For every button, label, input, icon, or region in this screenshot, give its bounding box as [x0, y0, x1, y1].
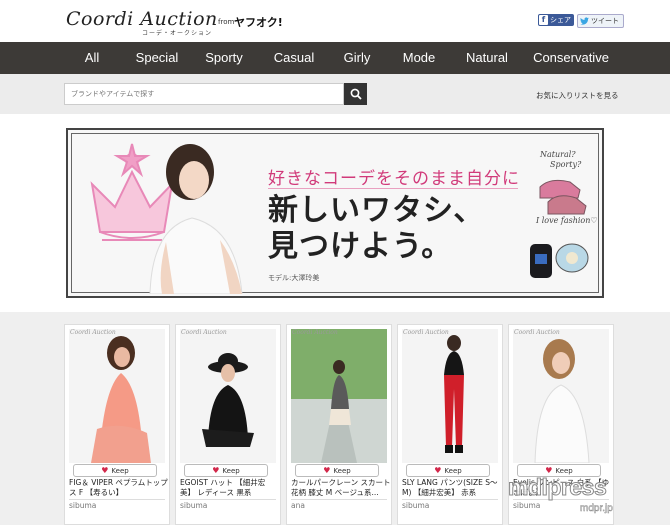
item-card[interactable]: Coordi Auction ♥ Keep カールパークレーン スカート 花柄 膝… — [286, 324, 392, 525]
item-photo[interactable] — [513, 329, 609, 463]
facebook-share-button[interactable]: f シェア — [538, 14, 574, 26]
site-logo[interactable]: Coordi Auction — [66, 8, 218, 30]
keep-label: Keep — [222, 467, 240, 475]
item-seller[interactable]: sibuma — [69, 501, 96, 510]
keep-button[interactable]: ♥ Keep — [295, 464, 379, 477]
item-brand-mark: Coordi Auction — [70, 329, 116, 336]
twitter-icon — [580, 17, 589, 25]
banner-side-text-sporty: Sporty? — [550, 160, 582, 169]
item-seller[interactable]: sibuma — [180, 501, 207, 510]
twitter-share-label: ツイート — [591, 16, 619, 25]
nav-item-conservative[interactable]: Conservative — [533, 42, 609, 74]
facebook-share-label: シェア — [550, 16, 571, 24]
banner-headline-line-1: 新しいワタシ、 — [268, 193, 485, 228]
item-photo[interactable] — [291, 329, 387, 463]
item-title[interactable]: EGOIST ハット 【細井宏美】 レディース 黒系 — [180, 478, 280, 498]
heart-icon: ♥ — [434, 466, 442, 475]
card-divider — [402, 499, 498, 500]
item-brand-mark: Coordi Auction — [403, 329, 449, 336]
favorites-list-link[interactable]: お気に入りリストを見る — [536, 90, 619, 101]
item-seller[interactable]: ana — [291, 501, 305, 510]
keep-label: Keep — [111, 467, 129, 475]
search-button[interactable] — [344, 83, 367, 105]
item-title[interactable]: SLY LANG パンツ(SIZE S〜M) 【細井宏美】 赤系 — [402, 478, 502, 498]
watermark-url: mdpr.jp — [580, 503, 613, 515]
keep-label: Keep — [444, 467, 462, 475]
nav-item-all[interactable]: All — [85, 42, 99, 74]
site-header: Coordi Auction コーデ・オークション from ヤフオク! f シ… — [0, 0, 670, 42]
banner-tagline: 好きなコーデをそのまま自分に — [268, 169, 520, 189]
item-card[interactable]: Coordi Auction ♥ Keep EGOIST ハット 【細井宏美】 レ… — [175, 324, 281, 525]
search-icon — [350, 88, 362, 100]
item-photo[interactable] — [180, 329, 276, 463]
keep-button[interactable]: ♥ Keep — [406, 464, 490, 477]
fashion-items-illustration — [530, 179, 589, 278]
twitter-share-button[interactable]: ツイート — [577, 14, 624, 28]
nav-item-sporty[interactable]: Sporty — [205, 42, 243, 74]
heart-icon: ♥ — [323, 466, 331, 475]
watermark-logo: mdlpress — [507, 474, 607, 501]
item-title[interactable]: カールパークレーン スカート 花柄 膝丈 M ベージュ系... — [291, 478, 391, 498]
item-brand-mark: Coordi Auction — [514, 329, 560, 336]
item-brand-mark: Coordi Auction — [292, 329, 338, 336]
banner-model-credit: モデル:大澤玲美 — [268, 274, 320, 282]
banner-side-text-love: I love fashion♡ — [536, 216, 598, 225]
category-nav: All Special Sporty Casual Girly Mode Nat… — [0, 42, 670, 74]
card-divider — [180, 499, 276, 500]
site-logo-subtitle: コーデ・オークション — [142, 30, 213, 37]
item-seller[interactable]: sibuma — [513, 501, 540, 510]
keep-button[interactable]: ♥ Keep — [184, 464, 268, 477]
nav-item-natural[interactable]: Natural — [466, 42, 508, 74]
item-seller[interactable]: sibuma — [402, 501, 429, 510]
card-divider — [291, 499, 387, 500]
item-photo[interactable] — [402, 329, 498, 463]
facebook-icon: f — [539, 15, 548, 25]
heart-icon: ♥ — [101, 466, 109, 475]
banner-headline-line-2: 見つけよう。 — [268, 229, 453, 264]
nav-item-special[interactable]: Special — [136, 42, 179, 74]
keep-button[interactable]: ♥ Keep — [73, 464, 157, 477]
heart-icon: ♥ — [212, 466, 220, 475]
banner-divider — [268, 188, 518, 189]
item-title[interactable]: FIG＆ VIPER ペプラムトップス F 【寿るい】 — [69, 478, 169, 498]
nav-item-mode[interactable]: Mode — [403, 42, 436, 74]
item-photo[interactable] — [69, 329, 165, 463]
item-card[interactable]: Coordi Auction ♥ Keep SLY LANG パンツ(SIZE S… — [397, 324, 503, 525]
keep-label: Keep — [333, 467, 351, 475]
nav-item-girly[interactable]: Girly — [344, 42, 371, 74]
nav-item-casual[interactable]: Casual — [274, 42, 314, 74]
banner-side-text-top: Natural? Sporty? — [540, 150, 581, 170]
banner-headline: 新しいワタシ、 見つけよう。 — [268, 193, 484, 265]
from-label: from — [218, 18, 235, 26]
item-brand-mark: Coordi Auction — [181, 329, 227, 336]
search-input[interactable] — [64, 83, 344, 105]
item-card[interactable]: Coordi Auction ♥ Keep FIG＆ VIPER ペプラムトップス… — [64, 324, 170, 525]
crown-illustration — [90, 143, 174, 241]
card-divider — [69, 499, 165, 500]
banner-side-text-natural: Natural? — [540, 150, 576, 159]
partner-logo[interactable]: ヤフオク! — [234, 14, 283, 30]
